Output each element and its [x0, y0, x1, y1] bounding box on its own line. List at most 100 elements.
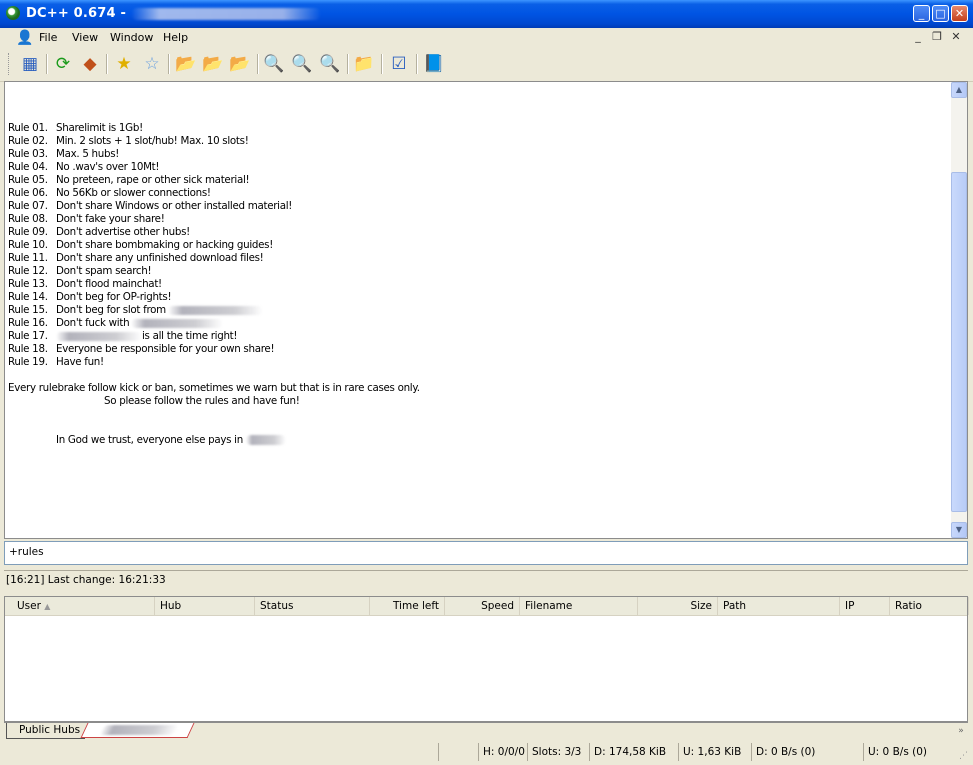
- rule-text: Don't share any unfinished download file…: [56, 252, 264, 264]
- rule-text: Don't share Windows or other installed m…: [56, 200, 293, 212]
- rule-number: Rule 10.: [8, 239, 48, 251]
- column-filename[interactable]: Filename: [520, 597, 638, 615]
- rule-number: Rule 12.: [8, 265, 48, 277]
- scroll-thumb[interactable]: [951, 172, 967, 512]
- toolbar-separator: [416, 54, 418, 74]
- open-file-list-icon[interactable]: 📁: [353, 53, 375, 75]
- public-hubs-icon[interactable]: ▦: [19, 53, 41, 75]
- favorite-users-icon[interactable]: ☆: [141, 53, 163, 75]
- column-user[interactable]: User ▲: [5, 597, 155, 615]
- search-spy-icon[interactable]: 🔍: [319, 53, 341, 75]
- chat-scrollbar[interactable]: ▲ ▼: [951, 82, 967, 538]
- maximize-button[interactable]: □: [932, 5, 949, 22]
- sort-ascending-icon: ▲: [44, 602, 51, 611]
- transfers-list[interactable]: User ▲ Hub Status Time left Speed Filena…: [4, 596, 969, 722]
- rule-text: Don't fuck with: [56, 317, 130, 329]
- menu-file[interactable]: File: [39, 30, 57, 46]
- tab-current-hub[interactable]: [80, 723, 195, 738]
- rule-line: Rule 03. Max. 5 hubs!: [8, 148, 420, 161]
- rule-text: Sharelimit is 1Gb!: [56, 122, 143, 134]
- rule-line: Rule 10. Don't share bombmaking or hackin…: [8, 239, 420, 252]
- menu-window[interactable]: Window: [110, 30, 153, 46]
- status-downloaded: D: 174,58 KiB: [589, 743, 678, 761]
- chat-area[interactable]: Rule 01. Sharelimit is 1Gb! Rule 02. Min. 2…: [4, 81, 968, 539]
- rule-number: Rule 15.: [8, 304, 48, 316]
- column-ip[interactable]: IP: [840, 597, 890, 615]
- settings-icon[interactable]: ☑: [388, 53, 410, 75]
- reconnect-icon[interactable]: ⟳: [52, 53, 74, 75]
- mdi-restore-button[interactable]: ❐: [930, 30, 944, 44]
- notepad-icon[interactable]: 📘: [423, 53, 445, 75]
- rule-text: Don't fake your share!: [56, 213, 165, 225]
- status-uploaded: U: 1,63 KiB: [678, 743, 751, 761]
- blurred-text: [56, 331, 142, 341]
- rules-list: Rule 01. Sharelimit is 1Gb! Rule 02. Min. 2…: [8, 122, 420, 369]
- dcpp-app-icon: [6, 6, 20, 20]
- mdi-child-icon[interactable]: 👤: [16, 30, 33, 46]
- rule-line: Rule 17. is all the time right!: [8, 330, 420, 343]
- scroll-down-button[interactable]: ▼: [951, 522, 967, 538]
- tab-public-hubs[interactable]: Public Hubs: [6, 723, 85, 739]
- hub-status-line: [16:21] Last change: 16:21:33: [4, 570, 968, 588]
- blurred-text: [167, 305, 263, 315]
- chat-line-footer2: So please follow the rules and have fun!: [104, 395, 300, 407]
- column-hub[interactable]: Hub: [155, 597, 255, 615]
- rule-line: Rule 13. Don't flood mainchat!: [8, 278, 420, 291]
- rule-line: Rule 07. Don't share Windows or other ins…: [8, 200, 420, 213]
- scroll-up-button[interactable]: ▲: [951, 82, 967, 98]
- rule-text: Don't flood mainchat!: [56, 278, 162, 290]
- column-ratio[interactable]: Ratio: [890, 597, 969, 615]
- resize-grip-icon[interactable]: ⋰: [959, 751, 971, 763]
- column-status[interactable]: Status: [255, 597, 370, 615]
- toolbar-separator: [106, 54, 108, 74]
- search-icon[interactable]: 🔍: [263, 53, 285, 75]
- chat-line-footer1: Every rulebrake follow kick or ban, some…: [8, 382, 420, 394]
- rule-text: Have fun!: [56, 356, 104, 368]
- menu-bar: 👤 File View Window Help _ ❐ ✕: [0, 28, 973, 48]
- toolbar-separator: [347, 54, 349, 74]
- chat-input[interactable]: +rules: [4, 541, 968, 565]
- rule-text: Max. 5 hubs!: [56, 148, 120, 160]
- rule-number: Rule 14.: [8, 291, 48, 303]
- rule-number: Rule 09.: [8, 226, 48, 238]
- menu-view[interactable]: View: [72, 30, 98, 46]
- rule-line: Rule 06. No 56Kb or slower connections!: [8, 187, 420, 200]
- blurred-hub-name: [130, 7, 321, 20]
- toolbar-separator: [257, 54, 259, 74]
- rule-number: Rule 02.: [8, 135, 48, 147]
- column-speed[interactable]: Speed: [445, 597, 520, 615]
- status-spacer: [438, 743, 478, 761]
- toolbar-grip[interactable]: [8, 53, 12, 75]
- download-queue-icon[interactable]: 📂: [175, 53, 197, 75]
- rule-number: Rule 01.: [8, 122, 48, 134]
- status-hubs: H: 0/0/0: [478, 743, 527, 761]
- mdi-close-button[interactable]: ✕: [949, 30, 963, 44]
- rule-number: Rule 13.: [8, 278, 48, 290]
- favorite-hubs-icon[interactable]: ★: [113, 53, 135, 75]
- menu-help[interactable]: Help: [163, 30, 188, 46]
- finished-downloads-icon[interactable]: 📂: [202, 53, 224, 75]
- adl-search-icon[interactable]: 🔍: [291, 53, 313, 75]
- mdi-minimize-button[interactable]: _: [911, 30, 925, 44]
- rule-text: Don't advertise other hubs!: [56, 226, 190, 238]
- toolbar-separator: [381, 54, 383, 74]
- rule-number: Rule 19.: [8, 356, 48, 368]
- column-path[interactable]: Path: [718, 597, 840, 615]
- follow-redirect-icon[interactable]: ◆: [79, 53, 101, 75]
- rule-text: is all the time right!: [142, 330, 238, 342]
- column-time-left[interactable]: Time left: [370, 597, 445, 615]
- rule-text: Everyone be responsible for your own sha…: [56, 343, 275, 355]
- rule-line: Rule 02. Min. 2 slots + 1 slot/hub! Max. …: [8, 135, 420, 148]
- rule-number: Rule 18.: [8, 343, 48, 355]
- rule-text: Don't share bombmaking or hacking guides…: [56, 239, 274, 251]
- toolbar-separator: [168, 54, 170, 74]
- tabs-scroll-icon[interactable]: »: [954, 724, 968, 738]
- column-size[interactable]: Size: [638, 597, 718, 615]
- status-upload-rate: U: 0 B/s (0): [863, 743, 958, 761]
- rule-line: Rule 11. Don't share any unfinished downl…: [8, 252, 420, 265]
- finished-uploads-icon[interactable]: 📂: [229, 53, 251, 75]
- rule-line: Rule 18. Everyone be responsible for your…: [8, 343, 420, 356]
- rule-line: Rule 12. Don't spam search!: [8, 265, 420, 278]
- close-button[interactable]: ✕: [951, 5, 968, 22]
- minimize-button[interactable]: _: [913, 5, 930, 22]
